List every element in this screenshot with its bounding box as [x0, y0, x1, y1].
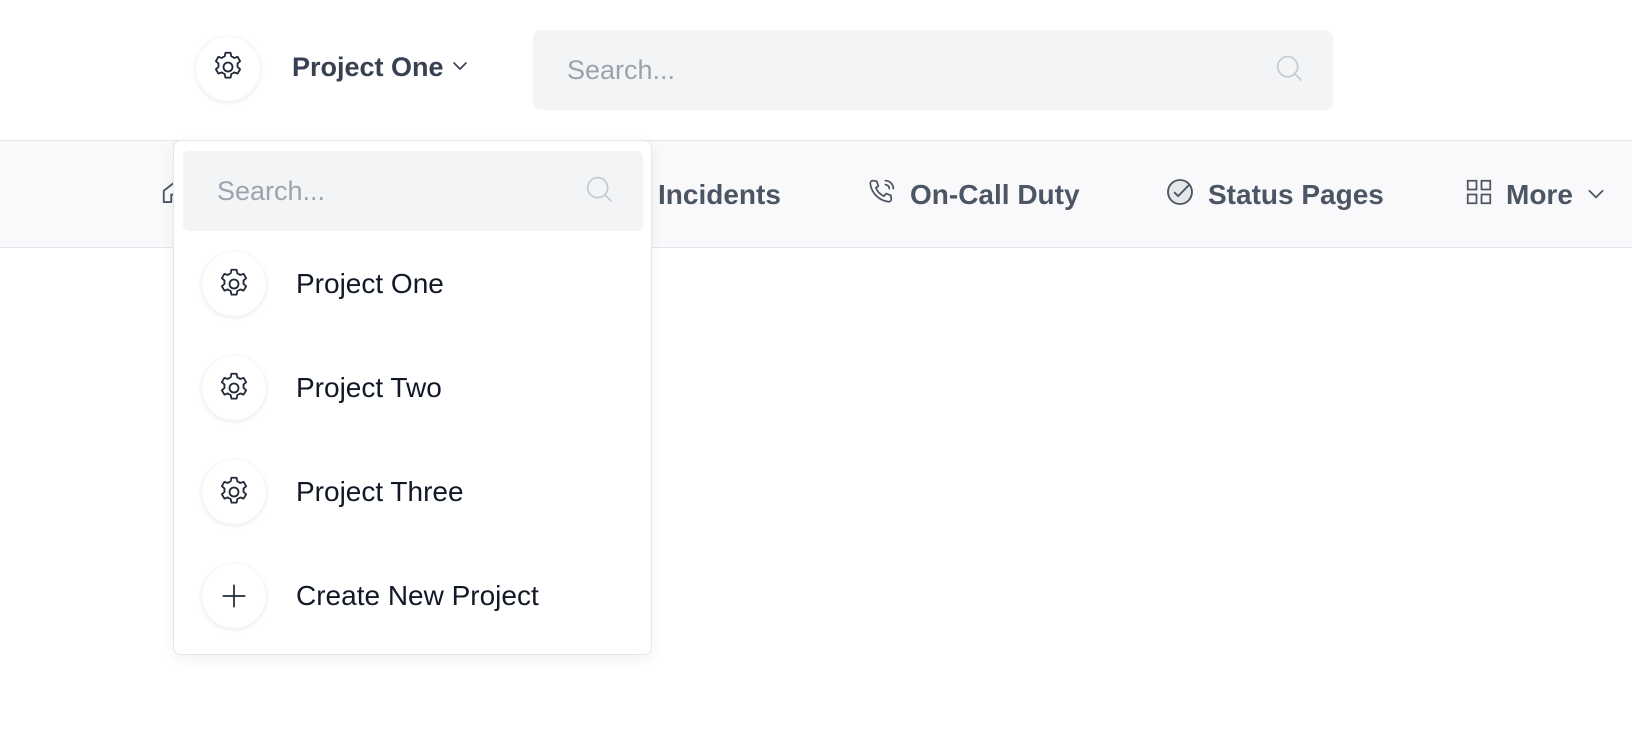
create-new-project-label: Create New Project — [296, 580, 539, 611]
project-item-label: Project Three — [296, 476, 464, 507]
nav-item-incidents[interactable]: Incidents — [658, 175, 781, 215]
nav-label-more: More — [1506, 179, 1573, 210]
create-new-project-button[interactable]: Create New Project — [202, 563, 539, 629]
project-item-project-one[interactable]: Project One — [202, 251, 444, 317]
phone-icon — [866, 176, 898, 215]
nav-item-more[interactable]: More — [1464, 175, 1607, 215]
project-search-input[interactable]: Search... — [183, 151, 643, 231]
nav-label-on-call-duty: On-Call Duty — [910, 179, 1080, 210]
global-search-placeholder: Search... — [567, 54, 676, 85]
gear-icon — [202, 356, 266, 420]
project-avatar[interactable] — [196, 37, 260, 101]
project-item-label: Project One — [296, 268, 444, 299]
project-item-project-two[interactable]: Project Two — [202, 355, 442, 421]
project-item-project-three[interactable]: Project Three — [202, 459, 464, 525]
page: Project One Search... Incidents On-Call … — [0, 0, 1632, 734]
grid-icon — [1464, 177, 1494, 214]
check-circle-icon — [1164, 176, 1196, 215]
project-item-label: Project Two — [296, 372, 442, 403]
gear-icon — [202, 460, 266, 524]
gear-icon — [210, 49, 246, 90]
chevron-down-icon — [450, 55, 470, 80]
current-project-name: Project One — [292, 52, 444, 82]
global-search-input[interactable]: Search... — [533, 30, 1333, 110]
nav-item-status-pages[interactable]: Status Pages — [1164, 175, 1384, 215]
nav-label-status-pages: Status Pages — [1208, 179, 1384, 210]
top-header: Project One Search... — [0, 0, 1632, 140]
chevron-down-icon — [1585, 179, 1607, 211]
search-icon — [1273, 52, 1305, 89]
plus-icon — [202, 564, 266, 628]
project-dropdown-menu: Search... Project One Project Two Projec… — [173, 140, 652, 655]
nav-label-incidents: Incidents — [658, 179, 781, 210]
project-switcher[interactable]: Project One — [292, 52, 470, 83]
nav-item-on-call-duty[interactable]: On-Call Duty — [866, 175, 1080, 215]
project-search-placeholder: Search... — [217, 175, 326, 206]
search-icon — [583, 173, 615, 210]
gear-icon — [202, 252, 266, 316]
